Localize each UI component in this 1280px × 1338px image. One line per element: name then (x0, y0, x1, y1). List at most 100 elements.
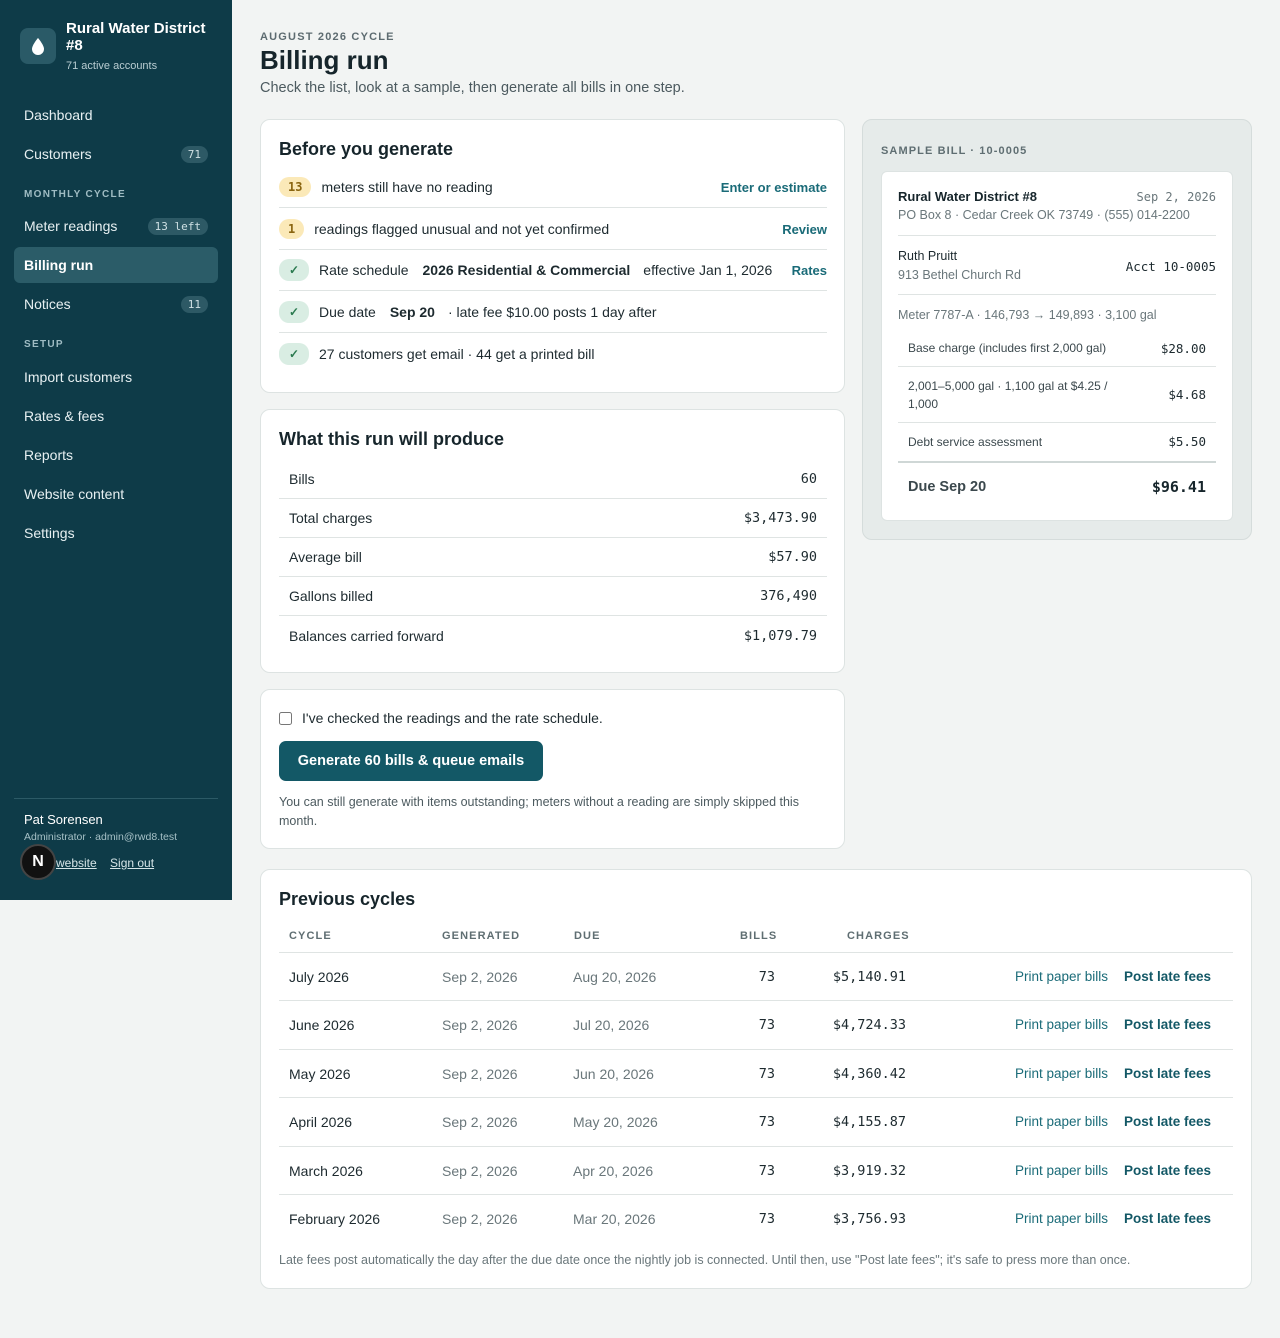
line-label: 2,001–5,000 gal · 1,100 gal at $4.25 / 1… (908, 378, 1108, 411)
warning-count-badge: 1 (279, 219, 305, 239)
cell-cycle: June 2026 (289, 1017, 355, 1033)
summary-value: $1,079.79 (743, 627, 817, 644)
cell-due: May 20, 2026 (573, 1114, 658, 1130)
avatar[interactable]: N (20, 844, 56, 880)
section-heading: MONTHLY CYCLE (24, 189, 126, 200)
card-title: Previous cycles (279, 889, 416, 909)
cell-cycle: February 2026 (289, 1211, 381, 1227)
bill-line-item: Base charge (includes first 2,000 gal) $… (898, 330, 1216, 367)
section-heading: SETUP (24, 339, 64, 350)
sidebar-item-label: Import customers (24, 369, 133, 385)
checklist-row-rate-schedule: ✓ Rate schedule 2026 Residential & Comme… (279, 250, 827, 291)
before-generate-card: Before you generate 13 meters still have… (260, 119, 845, 393)
org-accounts: 71 active accounts (66, 60, 158, 72)
print-paper-bills-link[interactable]: Print paper bills (1015, 1066, 1108, 1081)
water-drop-icon (20, 28, 56, 64)
sample-bill-eyebrow: SAMPLE BILL · 10-0005 (881, 145, 1028, 157)
table-row: July 2026 Sep 2, 2026 Aug 20, 2026 73 $5… (279, 952, 1233, 1001)
sidebar-item-rates-fees[interactable]: Rates & fees (14, 398, 218, 434)
summary-row: Total charges $3,473.90 (279, 499, 827, 538)
cell-generated: Sep 2, 2026 (442, 969, 518, 985)
cell-cycle: March 2026 (289, 1163, 363, 1179)
summary-label: Total charges (289, 510, 373, 526)
row-text: meters still have no reading (321, 179, 493, 195)
post-late-fees-link[interactable]: Post late fees (1124, 1163, 1211, 1178)
row-label: Rate schedule (319, 262, 409, 278)
sidebar-item-label: Reports (24, 447, 74, 463)
check-icon: ✓ (279, 301, 309, 323)
cell-generated: Sep 2, 2026 (442, 1066, 518, 1082)
sidebar-item-billing-run[interactable]: Billing run (14, 247, 218, 283)
post-late-fees-link[interactable]: Post late fees (1124, 1114, 1211, 1129)
column-header-cycle: CYCLE (289, 930, 332, 942)
post-late-fees-link[interactable]: Post late fees (1124, 1211, 1211, 1226)
cell-charges: $5,140.91 (832, 969, 906, 985)
sidebar-item-label: Dashboard (24, 107, 93, 123)
divider (898, 235, 1216, 236)
checklist-row-due-date: ✓ Due date Sep 20 · late fee $10.00 post… (279, 292, 827, 333)
check-icon: ✓ (279, 259, 309, 281)
summary-label: Balances carried forward (289, 627, 444, 644)
bill-org-address: PO Box 8 · Cedar Creek OK 73749 · (555) … (898, 208, 1190, 222)
sidebar-item-label: Meter readings (24, 218, 118, 234)
sidebar-item-website-content[interactable]: Website content (14, 476, 218, 512)
cell-cycle: July 2026 (289, 969, 349, 985)
checklist-row-missing-readings: 13 meters still have no reading Enter or… (279, 167, 827, 208)
rates-link[interactable]: Rates (792, 263, 827, 278)
table-row: May 2026 Sep 2, 2026 Jun 20, 2026 73 $4,… (279, 1049, 1233, 1098)
review-link[interactable]: Review (782, 222, 827, 237)
count-badge: 11 (180, 295, 208, 313)
bill-line-item: 2,001–5,000 gal · 1,100 gal at $4.25 / 1… (898, 367, 1216, 423)
user-links: website Sign out (56, 856, 164, 870)
sidebar-item-import-customers[interactable]: Import customers (14, 359, 218, 395)
confirm-label: I've checked the readings and the rate s… (302, 710, 603, 726)
cell-due: Jul 20, 2026 (573, 1017, 650, 1033)
cell-bills: 73 (758, 1066, 775, 1082)
card-title: What this run will produce (279, 429, 504, 449)
confirm-checkbox-row[interactable]: I've checked the readings and the rate s… (279, 710, 603, 726)
post-late-fees-link[interactable]: Post late fees (1124, 969, 1211, 984)
cell-bills: 73 (758, 1211, 775, 1227)
print-paper-bills-link[interactable]: Print paper bills (1015, 1114, 1108, 1129)
print-paper-bills-link[interactable]: Print paper bills (1015, 1163, 1108, 1178)
bill-org-name: Rural Water District #8 (898, 189, 1037, 204)
count-badge: 13 left (147, 217, 208, 235)
post-late-fees-link[interactable]: Post late fees (1124, 1017, 1211, 1032)
sidebar-item-reports[interactable]: Reports (14, 437, 218, 473)
column-header-charges: CHARGES (847, 930, 910, 942)
cell-generated: Sep 2, 2026 (442, 1017, 518, 1033)
sidebar-item-settings[interactable]: Settings (14, 515, 218, 551)
generate-bills-button[interactable]: Generate 60 bills & queue emails (279, 741, 543, 781)
print-paper-bills-link[interactable]: Print paper bills (1015, 1017, 1108, 1032)
enter-or-estimate-link[interactable]: Enter or estimate (721, 180, 827, 195)
bill-account-number: Acct 10-0005 (1125, 259, 1216, 274)
cell-charges: $3,756.93 (832, 1211, 906, 1227)
check-icon: ✓ (279, 342, 309, 365)
post-late-fees-link[interactable]: Post late fees (1124, 1066, 1211, 1081)
generate-card: I've checked the readings and the rate s… (260, 689, 845, 849)
bill-date: Sep 2, 2026 (1136, 190, 1216, 204)
sidebar-item-notices[interactable]: Notices 11 (14, 286, 218, 322)
confirm-checkbox[interactable] (279, 711, 292, 725)
sidebar-item-meter-readings[interactable]: Meter readings 13 left (14, 208, 218, 244)
cell-due: Jun 20, 2026 (573, 1066, 654, 1082)
cell-generated: Sep 2, 2026 (442, 1211, 518, 1227)
summary-label: Bills (289, 471, 315, 487)
sidebar-item-label: Billing run (24, 257, 94, 273)
divider (14, 798, 218, 799)
summary-value: 376,490 (760, 588, 817, 604)
website-link[interactable]: website (56, 856, 97, 870)
summary-value: $57.90 (768, 549, 817, 565)
sign-out-link[interactable]: Sign out (110, 856, 154, 870)
user-name: Pat Sorensen (24, 812, 103, 827)
warning-count-badge: 13 (279, 177, 312, 197)
summary-label: Average bill (289, 549, 362, 565)
sidebar-item-customers[interactable]: Customers 71 (14, 136, 218, 172)
line-amount: $28.00 (1160, 340, 1206, 356)
sidebar-item-dashboard[interactable]: Dashboard (14, 97, 218, 133)
card-title: Before you generate (279, 139, 454, 159)
print-paper-bills-link[interactable]: Print paper bills (1015, 1211, 1108, 1226)
print-paper-bills-link[interactable]: Print paper bills (1015, 969, 1108, 984)
sample-bill-panel: SAMPLE BILL · 10-0005 Rural Water Distri… (862, 119, 1252, 540)
row-text: readings flagged unusual and not yet con… (314, 221, 610, 237)
